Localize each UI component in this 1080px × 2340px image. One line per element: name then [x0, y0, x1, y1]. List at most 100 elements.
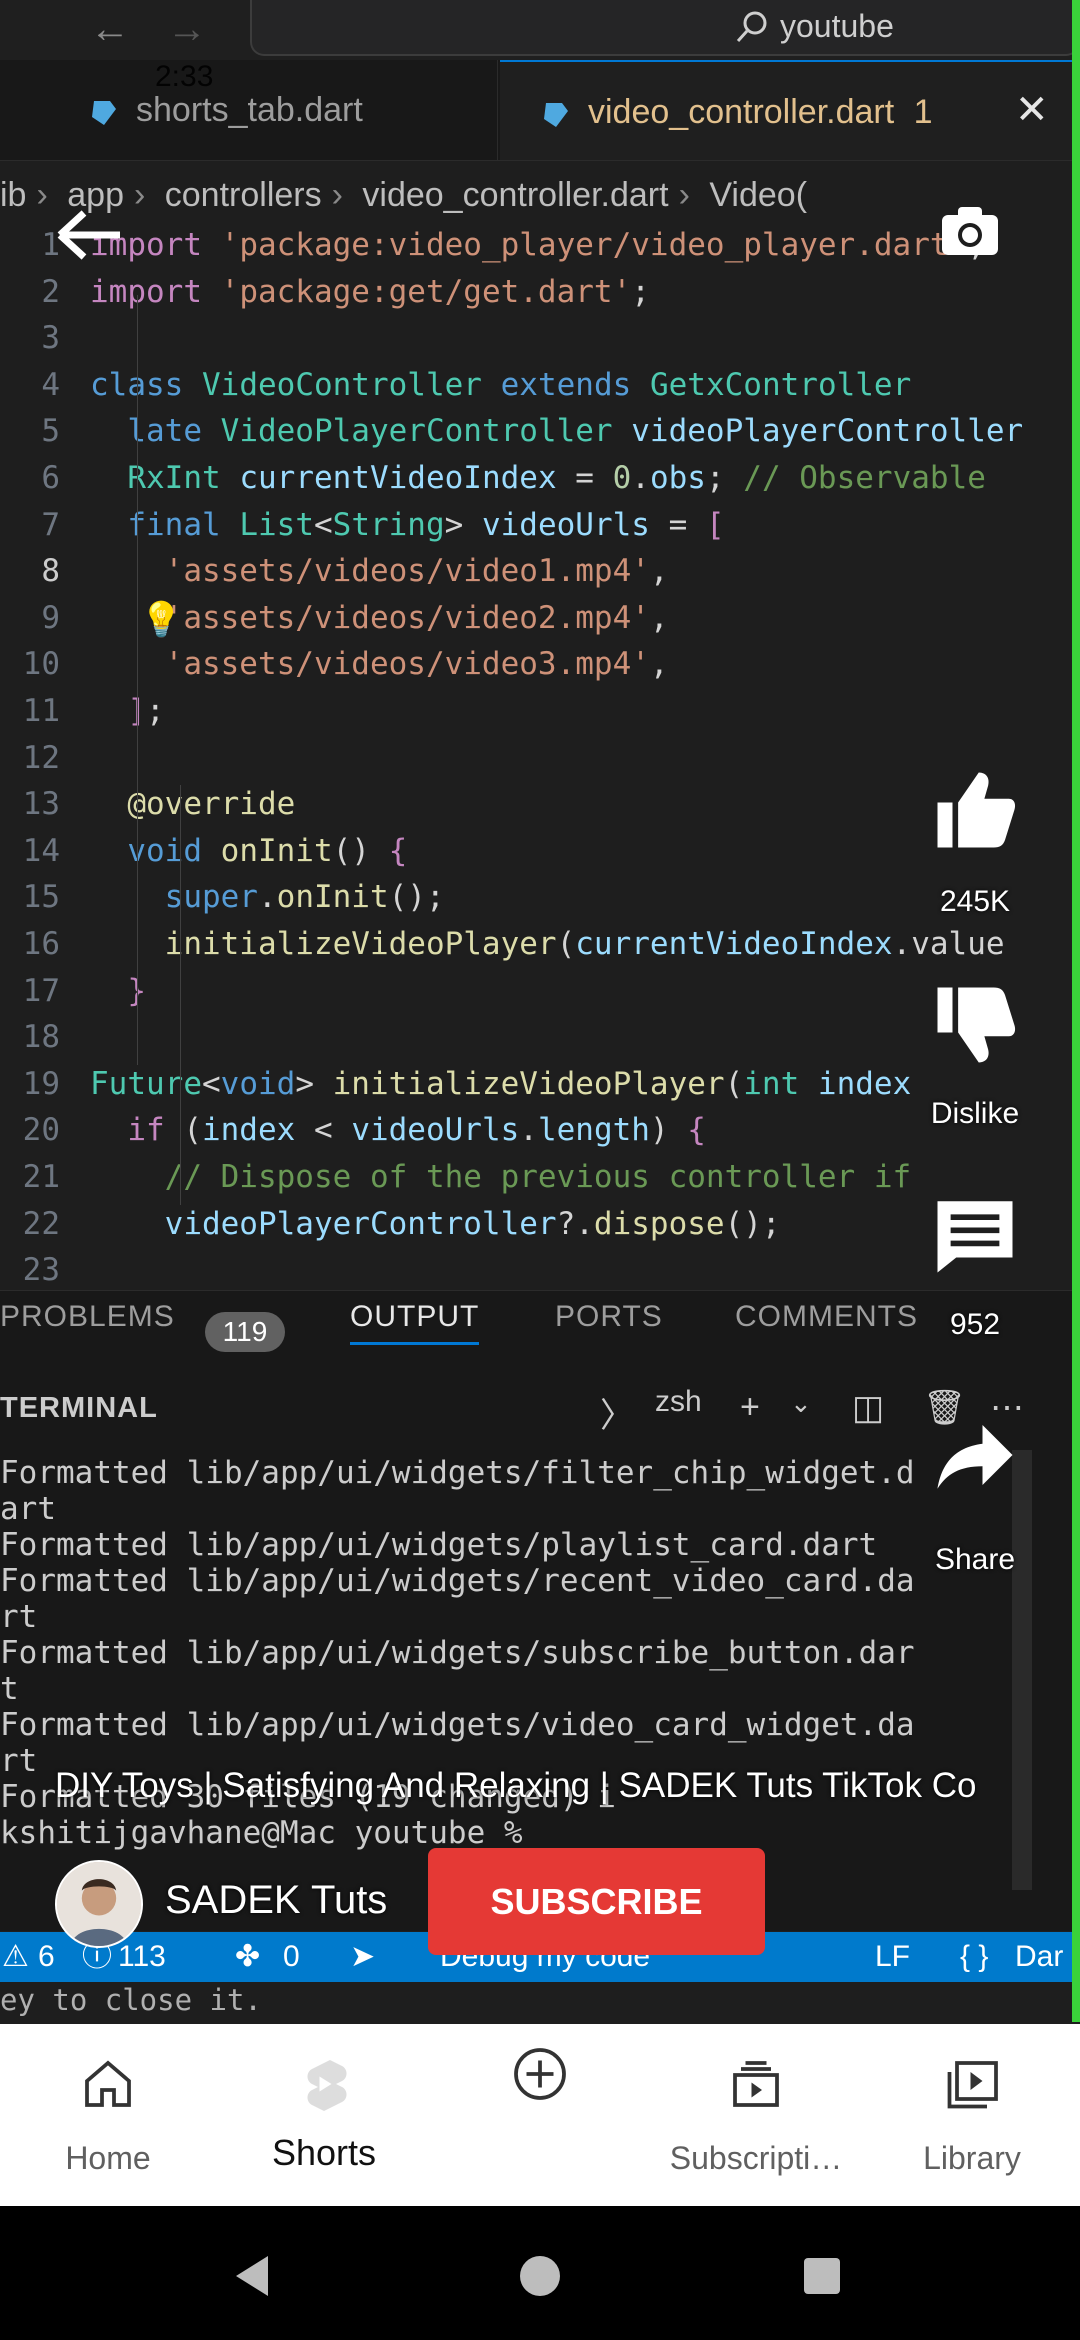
share-label: Share — [934, 1543, 1016, 1576]
breadcrumb-item[interactable]: ib — [0, 176, 26, 214]
subscriptions-icon — [733, 2061, 779, 2107]
code-line[interactable]: Future<void> initializeVideoPlayer(int i… — [90, 1066, 911, 1102]
channel-avatar[interactable] — [55, 1860, 143, 1948]
line-number: 12 — [22, 739, 60, 776]
tab-label: shorts_tab.dart — [136, 91, 363, 129]
line-number: 22 — [22, 1205, 60, 1242]
code-line[interactable]: import 'package:video_player/video_playe… — [90, 227, 986, 263]
dart-file-icon — [544, 103, 568, 128]
info-count[interactable]: 113 — [118, 1932, 166, 1982]
comment-icon[interactable] — [930, 1190, 1020, 1280]
ports-icon[interactable]: ✤ — [235, 1932, 260, 1982]
code-line[interactable]: class VideoController extends GetxContro… — [90, 367, 911, 403]
comment-count: 952 — [949, 1308, 1001, 1341]
indent-guide — [180, 1015, 181, 1145]
code-line[interactable]: if (index < videoUrls.length) { — [90, 1112, 706, 1148]
nav-label: Shorts — [271, 2132, 377, 2173]
nav-label: Home — [65, 2140, 151, 2176]
breadcrumb-item[interactable]: Video( — [709, 176, 807, 214]
back-arrow-icon[interactable] — [40, 205, 180, 265]
line-number: 20 — [22, 1112, 60, 1149]
nav-home[interactable]: Home — [0, 2024, 216, 2206]
line-number: 10 — [22, 646, 60, 683]
code-line[interactable]: 'assets/videos/video1.mp4', — [90, 553, 669, 589]
nav-subscriptions[interactable]: Subscripti… — [648, 2024, 864, 2206]
terminal-shell-icon: 〉 — [600, 1397, 634, 1435]
nav-library[interactable]: Library — [864, 2024, 1080, 2206]
avatar-face-icon — [57, 1862, 141, 1946]
forward-arrow-icon[interactable]: → — [162, 4, 212, 54]
nav-create[interactable] — [432, 2024, 648, 2206]
line-number: 23 — [22, 1252, 60, 1285]
line-number: 6 — [41, 460, 60, 496]
panel-tab-problems[interactable]: PROBLEMS — [0, 1300, 175, 1334]
line-number: 14 — [22, 832, 60, 869]
chevron-down-icon[interactable]: ⌄ — [790, 1388, 812, 1419]
dislike-icon[interactable] — [930, 980, 1020, 1070]
indent-guide — [137, 295, 138, 1065]
panel-tab-comments[interactable]: COMMENTS — [735, 1300, 918, 1334]
lightbulb-icon[interactable]: 💡 — [140, 600, 182, 640]
share-icon[interactable] — [930, 1410, 1020, 1500]
code-line[interactable]: @override — [90, 786, 295, 822]
panel-tab-output[interactable]: OUTPUT — [350, 1300, 480, 1345]
warning-count[interactable]: 6 — [38, 1932, 55, 1982]
terminal-scrollbar[interactable] — [1012, 1450, 1032, 1890]
panel-tab-ports[interactable]: PORTS — [555, 1300, 663, 1334]
split-terminal-icon[interactable]: ◫ — [852, 1388, 884, 1428]
search-icon — [736, 11, 767, 43]
language-indicator[interactable]: Dar — [1015, 1932, 1063, 1982]
add-terminal-icon[interactable]: + — [740, 1388, 760, 1427]
back-arrow-icon[interactable]: ← — [85, 4, 135, 54]
code-line[interactable]: initializeVideoPlayer(currentVideoIndex.… — [90, 926, 1005, 962]
nav-shorts[interactable]: Shorts — [216, 2024, 432, 2206]
shorts-icon — [307, 2060, 347, 2111]
dart-file-icon — [92, 101, 116, 126]
braces-icon[interactable]: { } — [960, 1932, 988, 1982]
code-line[interactable]: super.onInit(); — [90, 879, 445, 915]
line-number: 19 — [22, 1065, 60, 1102]
channel-name[interactable]: SADEK Tuts — [165, 1878, 387, 1923]
line-number: 3 — [41, 320, 60, 357]
ports-count[interactable]: 0 — [283, 1932, 300, 1982]
video-title[interactable]: DIY Toys | Satisfying And Relaxing | SAD… — [55, 1766, 976, 1806]
address-bar[interactable] — [250, 0, 1080, 56]
close-icon[interactable]: ✕ — [1015, 60, 1049, 160]
line-number: 13 — [22, 786, 60, 823]
code-line[interactable]: // Dispose of the previous controller if — [90, 1159, 912, 1195]
like-icon[interactable] — [930, 765, 1020, 855]
phone-status-time: 2:33 — [155, 60, 214, 93]
create-plus-icon — [514, 2048, 566, 2100]
android-home-icon[interactable] — [518, 2254, 562, 2298]
code-line[interactable]: 'assets/videos/video3.mp4', — [90, 646, 669, 682]
library-icon — [947, 2061, 998, 2109]
debug-icon[interactable]: ➤ — [350, 1932, 375, 1982]
tab-shorts-tab-dart[interactable]: shorts_tab.dart — [48, 60, 498, 160]
camera-icon[interactable] — [940, 205, 1000, 257]
android-recents-icon[interactable] — [802, 2256, 842, 2296]
line-number: 9 — [41, 599, 60, 636]
code-line[interactable]: final List<String> videoUrls = [ — [90, 507, 724, 543]
android-back-icon[interactable] — [232, 2254, 272, 2298]
code-line[interactable]: RxInt currentVideoIndex = 0.obs; // Obse… — [90, 460, 986, 496]
breadcrumb-item[interactable]: video_controller.dart — [362, 176, 668, 214]
screen-share-border — [1072, 0, 1080, 2022]
code-line[interactable]: ]; — [90, 693, 164, 729]
code-line[interactable]: import 'package:get/get.dart'; — [90, 274, 650, 310]
terminal-title: TERMINAL — [0, 1392, 158, 1424]
breadcrumb-item[interactable]: controllers — [165, 176, 322, 214]
line-number: 17 — [22, 972, 60, 1009]
code-line[interactable]: videoPlayerController?.dispose(); — [90, 1206, 781, 1242]
hover-hint-text: ey to close it. — [0, 1982, 1080, 2022]
subscribe-button[interactable]: SUBSCRIBE — [428, 1848, 765, 1955]
eol-indicator[interactable]: LF — [875, 1932, 910, 1982]
terminal-shell-name[interactable]: zsh — [655, 1385, 702, 1419]
problems-count-badge: 119 — [205, 1312, 285, 1352]
line-number: 11 — [22, 693, 60, 729]
tab-video-controller-dart[interactable]: video_controller.dart 1 — [500, 60, 1080, 160]
tab-problem-badge: 1 — [913, 93, 933, 131]
address-text: youtube — [780, 8, 894, 44]
warning-icon[interactable]: ⚠ — [2, 1932, 29, 1982]
code-line[interactable]: late VideoPlayerController videoPlayerCo… — [90, 413, 1023, 449]
dislike-label: Dislike — [930, 1097, 1020, 1130]
